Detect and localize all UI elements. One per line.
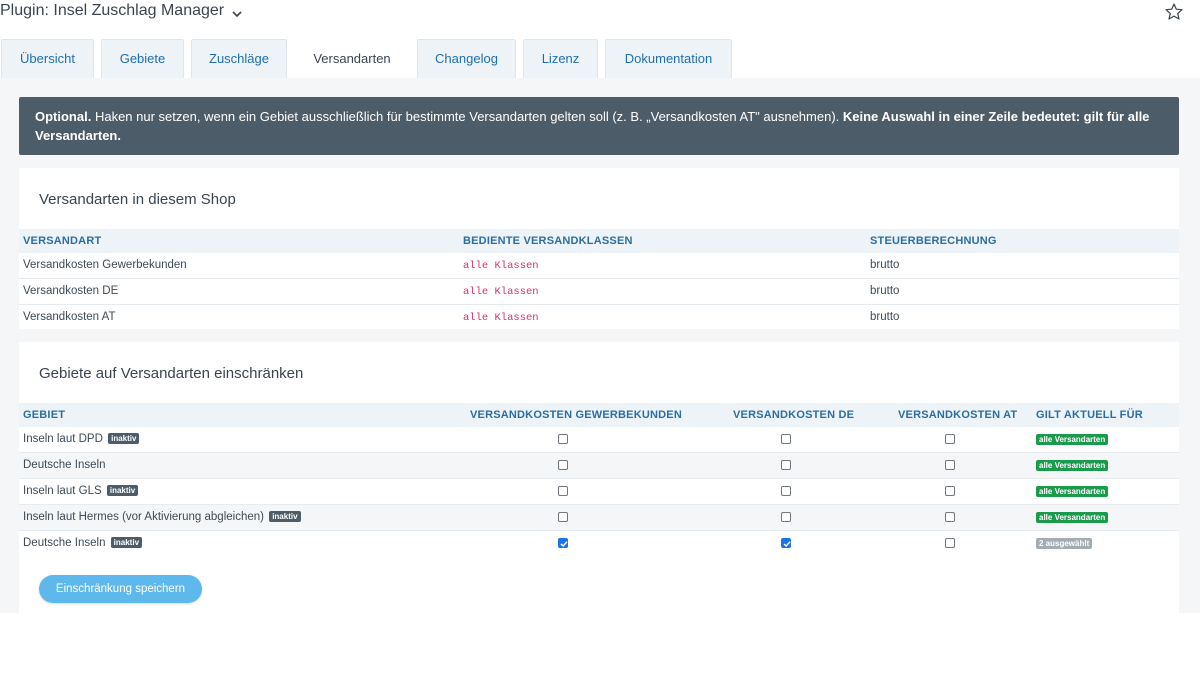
- column-header: VERSANDKOSTEN AT: [898, 409, 1018, 421]
- chevron-down-icon[interactable]: [231, 8, 243, 20]
- checkbox-at[interactable]: [945, 434, 955, 444]
- checkbox-at[interactable]: [945, 538, 955, 548]
- shipping-methods-title: Versandarten in diesem Shop: [39, 191, 236, 208]
- inactive-badge: inaktiv: [269, 511, 301, 522]
- tax-mode: brutto: [870, 259, 900, 271]
- shipping-classes: alle Klassen: [463, 286, 539, 298]
- tab-gebiete[interactable]: Gebiete: [101, 39, 184, 78]
- checkbox-at[interactable]: [945, 512, 955, 522]
- notice-lead: Optional.: [35, 109, 92, 124]
- table-row: Deutsche Inseln inaktiv 2 ausgewählt: [19, 531, 1179, 557]
- checkbox-at[interactable]: [945, 460, 955, 470]
- column-header: BEDIENTE VERSANDKLASSEN: [463, 235, 633, 247]
- notice-text: Haken nur setzen, wenn ein Gebiet aussch…: [91, 109, 843, 124]
- checkmark-icon: [783, 541, 791, 548]
- shipping-classes: alle Klassen: [463, 312, 539, 324]
- table-row: Inseln laut GLS inaktiv alle Versandarte…: [19, 479, 1179, 505]
- area-cell: Deutsche Inseln inaktiv: [23, 537, 143, 549]
- shipping-classes: alle Klassen: [463, 260, 539, 272]
- tab-zuschlaege[interactable]: Zuschläge: [191, 39, 287, 78]
- checkbox-de[interactable]: [781, 538, 791, 548]
- tax-mode: brutto: [870, 311, 900, 323]
- area-cell: Inseln laut Hermes (vor Aktivierung abgl…: [23, 511, 301, 523]
- table-row: Inseln laut DPD inaktiv alle Versandarte…: [19, 427, 1179, 453]
- info-notice: Optional. Haken nur setzen, wenn ein Geb…: [19, 97, 1179, 155]
- checkbox-gewerbekunden[interactable]: [558, 434, 568, 444]
- tab-lizenz[interactable]: Lizenz: [523, 39, 598, 78]
- table-header: VERSANDART BEDIENTE VERSANDKLASSEN STEUE…: [19, 229, 1179, 253]
- shipping-method-name: Versandkosten Gewerbekunden: [23, 259, 187, 271]
- checkbox-gewerbekunden[interactable]: [558, 538, 568, 548]
- top-bar: Plugin: Insel Zuschlag Manager: [0, 0, 1200, 40]
- area-name: Inseln laut DPD: [23, 433, 103, 445]
- table-header: GEBIET VERSANDKOSTEN GEWERBEKUNDEN VERSA…: [19, 403, 1179, 427]
- column-header: VERSANDKOSTEN GEWERBEKUNDEN: [470, 409, 682, 421]
- checkbox-gewerbekunden[interactable]: [558, 486, 568, 496]
- inactive-badge: inaktiv: [106, 485, 139, 496]
- column-header: GILT AKTUELL FÜR: [1036, 409, 1143, 421]
- inactive-badge: inaktiv: [110, 537, 143, 548]
- column-header: GEBIET: [23, 409, 66, 421]
- tab-changelog[interactable]: Changelog: [417, 39, 516, 78]
- restrictions-card: Gebiete auf Versandarten einschränken GE…: [19, 342, 1179, 613]
- shipping-methods-card: Versandarten in diesem Shop VERSANDART B…: [19, 168, 1179, 329]
- inactive-badge: inaktiv: [108, 433, 140, 444]
- area-name: Inseln laut GLS: [23, 485, 102, 497]
- tab-bar: Übersicht Gebiete Zuschläge Versandarten…: [0, 39, 1200, 79]
- tab-uebersicht[interactable]: Übersicht: [1, 39, 94, 78]
- tab-versandarten[interactable]: Versandarten: [294, 39, 410, 79]
- main-content: Optional. Haken nur setzen, wenn ein Geb…: [0, 78, 1200, 613]
- checkbox-at[interactable]: [945, 486, 955, 496]
- save-restriction-button[interactable]: Einschränkung speichern: [39, 575, 202, 603]
- area-name: Inseln laut Hermes (vor Aktivierung abgl…: [23, 511, 264, 523]
- area-name: Deutsche Inseln: [23, 459, 106, 471]
- table-row: Inseln laut Hermes (vor Aktivierung abgl…: [19, 505, 1179, 531]
- checkbox-gewerbekunden[interactable]: [558, 460, 568, 470]
- status-badge: alle Versandarten: [1036, 434, 1109, 445]
- table-row: Versandkosten Gewerbekunden alle Klassen…: [19, 253, 1179, 279]
- checkbox-de[interactable]: [781, 460, 791, 470]
- restrictions-title: Gebiete auf Versandarten einschränken: [39, 365, 304, 382]
- checkmark-icon: [560, 541, 568, 548]
- status-badge: alle Versandarten: [1036, 512, 1109, 523]
- tax-mode: brutto: [870, 285, 900, 297]
- area-cell: Deutsche Inseln: [23, 459, 105, 471]
- table-row: Versandkosten DE alle Klassen brutto: [19, 279, 1179, 305]
- checkbox-gewerbekunden[interactable]: [558, 512, 568, 522]
- tab-dokumentation[interactable]: Dokumentation: [605, 39, 732, 78]
- column-header: STEUERBERECHNUNG: [870, 235, 997, 247]
- checkbox-de[interactable]: [781, 486, 791, 496]
- column-header: VERSANDART: [23, 235, 102, 247]
- checkbox-de[interactable]: [781, 512, 791, 522]
- status-badge: alle Versandarten: [1036, 460, 1109, 471]
- checkbox-de[interactable]: [781, 434, 791, 444]
- status-badge: 2 ausgewählt: [1036, 538, 1093, 549]
- column-header: VERSANDKOSTEN DE: [733, 409, 855, 421]
- area-name: Deutsche Inseln: [23, 537, 106, 549]
- star-icon[interactable]: [1164, 2, 1184, 22]
- shipping-method-name: Versandkosten DE: [23, 285, 119, 297]
- table-row: Deutsche Inseln alle Versandarten: [19, 453, 1179, 479]
- status-badge: alle Versandarten: [1036, 486, 1109, 497]
- shipping-method-name: Versandkosten AT: [23, 311, 116, 323]
- plugin-title[interactable]: Plugin: Insel Zuschlag Manager: [0, 2, 224, 20]
- area-cell: Inseln laut GLS inaktiv: [23, 485, 139, 497]
- area-cell: Inseln laut DPD inaktiv: [23, 433, 140, 445]
- table-row: Versandkosten AT alle Klassen brutto: [19, 305, 1179, 331]
